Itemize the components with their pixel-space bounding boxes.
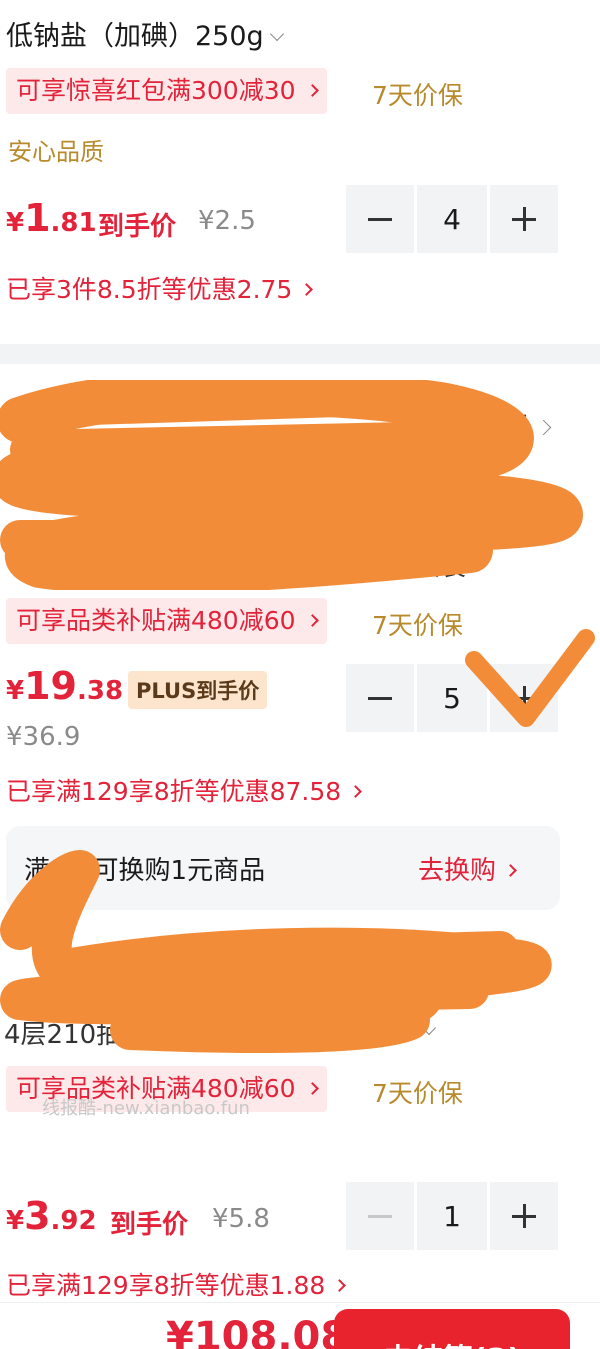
- redaction-scribble: [0, 380, 583, 590]
- item2-price: ¥19.38: [6, 664, 124, 708]
- item3-warranty-badge: 7天价保: [372, 1079, 463, 1108]
- plus-icon: [512, 1204, 536, 1228]
- quantity-value[interactable]: 1: [417, 1182, 487, 1250]
- item2-discount-link[interactable]: 已享满129享8折等优惠87.58: [6, 772, 363, 808]
- item1-discount-link[interactable]: 已享3件8.5折等优惠2.75: [6, 270, 314, 306]
- chevron-right-icon: [333, 1279, 347, 1292]
- decrease-button[interactable]: [346, 664, 414, 732]
- checkmark-scribble: [465, 629, 595, 727]
- item1-quality-badge: 安心品质: [8, 138, 104, 166]
- item3-discount-link[interactable]: 已享满129享8折等优惠1.88: [6, 1266, 347, 1302]
- minus-icon: [368, 1214, 392, 1218]
- item1-price-label: 到手价: [98, 212, 177, 242]
- item1-quantity-stepper[interactable]: 4: [346, 185, 558, 253]
- chevron-right-icon: [305, 614, 319, 627]
- section-divider: [0, 344, 600, 364]
- minus-icon: [368, 217, 392, 221]
- increase-button[interactable]: [490, 1182, 558, 1250]
- chevron-down-icon: [269, 26, 284, 42]
- redaction-scribble: [0, 850, 552, 1053]
- item3-price: ¥3.92: [6, 1194, 97, 1238]
- increase-button[interactable]: [490, 185, 558, 253]
- minus-icon: [368, 696, 392, 700]
- item1-coupon[interactable]: 可享惊喜红包满300减30: [6, 68, 327, 114]
- item3-price-label: 到手价: [110, 1210, 189, 1240]
- item1-spec[interactable]: 低钠盐（加碘）250g: [6, 14, 284, 53]
- item2-original-price: ¥36.9: [6, 722, 81, 752]
- decrease-button[interactable]: [346, 185, 414, 253]
- item1-original-price: ¥2.5: [198, 206, 256, 236]
- item1-warranty-badge: 7天价保: [372, 81, 463, 110]
- plus-icon: [512, 207, 536, 231]
- decrease-button[interactable]: [346, 1182, 414, 1250]
- item3-quantity-stepper[interactable]: 1: [346, 1182, 558, 1250]
- total-price: ¥108.08: [166, 1314, 349, 1349]
- item2-coupon[interactable]: 可享品类补贴满480减60: [6, 598, 327, 644]
- item1-price: ¥1.81: [6, 196, 97, 240]
- checkout-bar: ¥108.08 去结算(3): [0, 1302, 600, 1349]
- checkout-button[interactable]: 去结算(3): [334, 1309, 570, 1349]
- chevron-right-icon: [305, 84, 319, 97]
- item3-original-price: ¥5.8: [212, 1204, 270, 1234]
- watermark-text: 线报酷-new.xianbao.fun: [42, 1098, 250, 1119]
- chevron-right-icon: [300, 283, 314, 296]
- chevron-right-icon: [349, 785, 363, 798]
- item2-warranty-badge: 7天价保: [372, 611, 463, 640]
- quantity-value[interactable]: 4: [417, 185, 487, 253]
- plus-price-badge: PLUS到手价: [128, 671, 268, 709]
- chevron-right-icon: [305, 1082, 319, 1095]
